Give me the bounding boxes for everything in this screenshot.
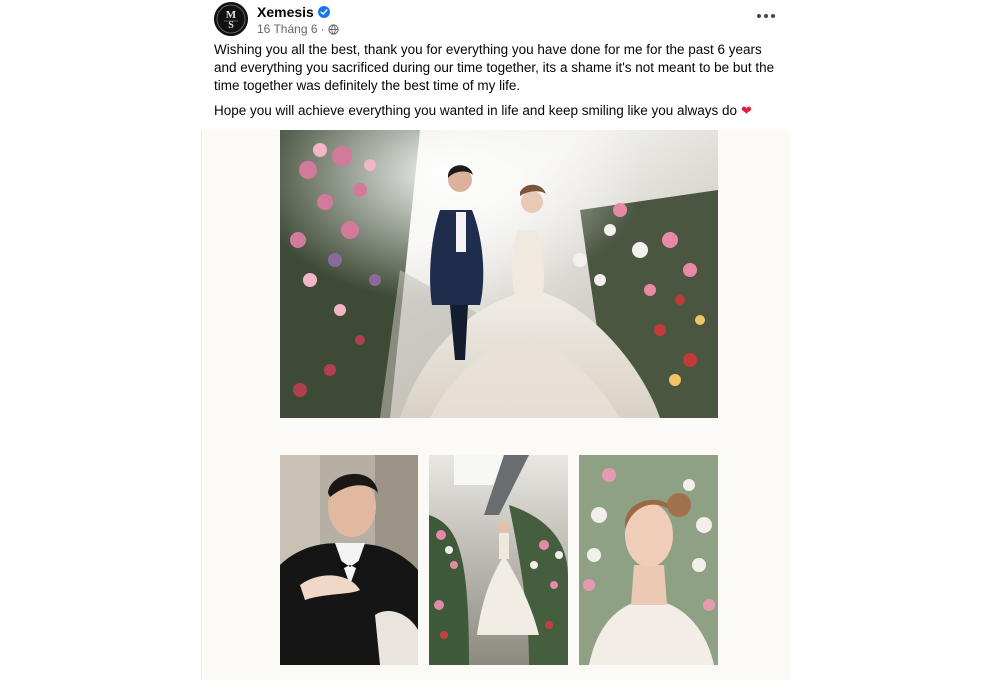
post-meta: 16 Tháng 6 ·	[257, 22, 339, 36]
avatar[interactable]: M S	[214, 2, 248, 36]
post-photo-bride-portrait[interactable]	[579, 455, 718, 665]
caption-text: Hope you will achieve everything you wan…	[214, 103, 738, 118]
post-date[interactable]: 16 Tháng 6	[257, 22, 318, 36]
globe-icon[interactable]	[327, 23, 339, 35]
verified-badge-icon	[317, 6, 330, 18]
author-name[interactable]: Xemesis	[257, 4, 330, 20]
post-caption: Wishing you all the best, thank you for …	[214, 41, 784, 127]
svg-text:S: S	[228, 20, 234, 31]
author-name-text[interactable]: Xemesis	[257, 4, 314, 20]
post-photo-groom[interactable]	[280, 455, 418, 665]
post-header: M S Xemesis 16 Tháng 6 ·	[214, 2, 784, 38]
heart-emoji-icon: ❤	[741, 103, 752, 118]
post-photo-main[interactable]	[280, 130, 718, 418]
more-options-icon[interactable]	[754, 6, 778, 26]
post-photo-bride-staircase[interactable]	[429, 455, 568, 665]
meta-separator: ·	[320, 22, 325, 36]
caption-paragraph: Wishing you all the best, thank you for …	[214, 42, 775, 93]
caption-paragraph: Hope you will achieve everything you wan…	[214, 102, 784, 120]
